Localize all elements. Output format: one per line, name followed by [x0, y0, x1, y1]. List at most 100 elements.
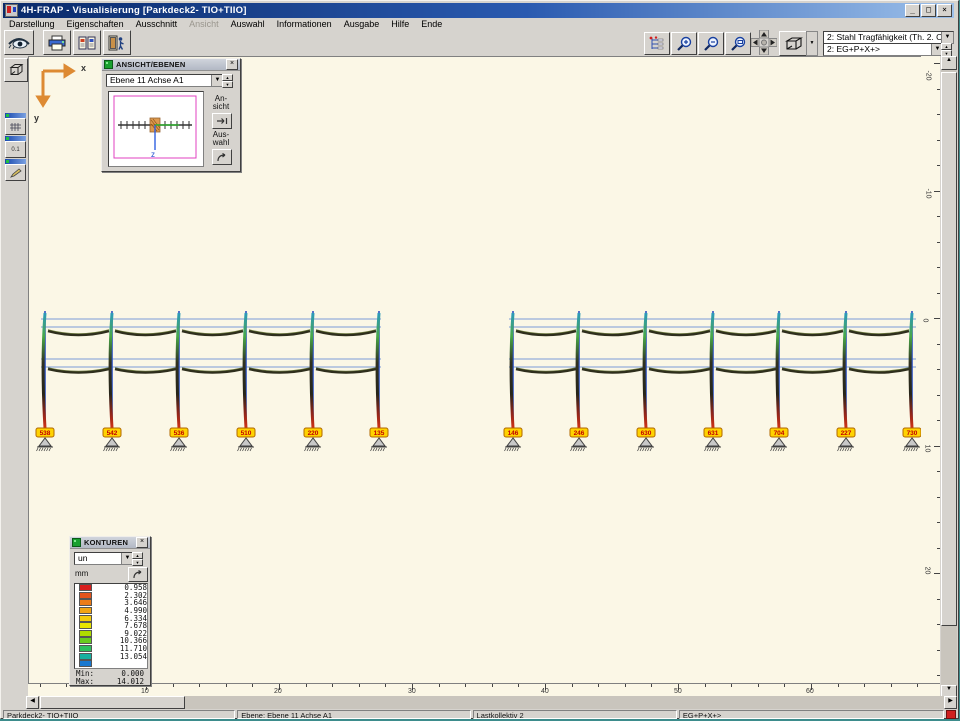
support-symbol: [104, 438, 121, 451]
ruler-tick: [934, 573, 940, 574]
ruler-tick: [332, 684, 333, 687]
scroll-left-button[interactable]: ◀: [26, 696, 39, 709]
legend-swatch: [79, 637, 92, 644]
status-field: Lastkollektiv 2: [473, 710, 677, 719]
node-tag: 536: [170, 428, 188, 437]
node-tag: 146: [504, 428, 522, 437]
arrow-right-icon: [216, 117, 228, 125]
node-tag: 220: [304, 428, 322, 437]
ruler-tick: [934, 318, 940, 319]
kontur-spinner[interactable]: ▲▼: [132, 552, 143, 564]
konturen-panel-title-bar[interactable]: KONTUREN ×: [70, 537, 150, 549]
ruler-tick: [937, 165, 940, 166]
auswahl-label: Aus- wahl: [206, 131, 236, 147]
ruler-tick: [598, 684, 599, 687]
ruler-tick: [937, 395, 940, 396]
ruler-tick: [937, 599, 940, 600]
ebene-combobox[interactable]: Ebene 11 Achse A1 ▼: [106, 74, 224, 87]
horizontal-scrollbar-thumb[interactable]: [40, 696, 185, 709]
status-bar: Parkdeck2- TIO+TIIOEbene: Ebene 11 Achse…: [3, 710, 956, 720]
curved-arrow-icon: [216, 153, 228, 162]
svg-text:538: 538: [40, 430, 51, 437]
svg-text:135: 135: [374, 430, 385, 437]
konturen-panel-title: KONTUREN: [84, 538, 128, 547]
ruler-tick: [838, 684, 839, 687]
legend-swatch: [79, 584, 92, 591]
support-symbol: [305, 438, 322, 451]
application-window: 4H-FRAP - Visualisierung [Parkdeck2- TIO…: [0, 0, 959, 719]
ansicht-panel-title-bar[interactable]: ANSICHT/EBENEN ×: [102, 59, 240, 71]
ruler-tick: [937, 114, 940, 115]
ruler-tick: [252, 684, 253, 687]
konturen-panel-close-button[interactable]: ×: [136, 537, 148, 548]
legend-swatch: [79, 615, 92, 622]
plane-preview-schematic: [109, 92, 201, 164]
ansicht-apply-button[interactable]: [212, 113, 232, 129]
support-symbol: [638, 438, 655, 451]
support-symbol: [371, 438, 388, 451]
support-symbol: [904, 438, 921, 451]
ruler-label: 10: [923, 445, 930, 453]
svg-text:630: 630: [641, 430, 652, 437]
ansicht-panel-close-button[interactable]: ×: [226, 59, 238, 70]
ruler-tick: [891, 684, 892, 687]
vertical-ruler: -20-1001020: [921, 56, 940, 683]
ruler-tick: [784, 684, 785, 687]
ruler-tick: [937, 293, 940, 294]
ruler-tick: [385, 684, 386, 687]
status-app-icon: [946, 710, 956, 719]
panel-icon: [104, 60, 113, 69]
ruler-label: 60: [806, 688, 814, 695]
legend-swatch: [79, 592, 92, 599]
ruler-tick: [518, 684, 519, 687]
ruler-tick: [937, 420, 940, 421]
ruler-label: 20: [274, 688, 282, 695]
ruler-tick: [937, 369, 940, 370]
unit-label: mm: [75, 570, 88, 578]
ruler-tick: [917, 684, 918, 687]
support-symbol: [505, 438, 522, 451]
legend-max-row: Max: 14.012: [76, 677, 144, 686]
node-tag: 227: [837, 428, 855, 437]
support-symbol: [771, 438, 788, 451]
vertical-scrollbar-thumb[interactable]: [941, 72, 957, 626]
support-symbol: [571, 438, 588, 451]
support-symbol: [171, 438, 188, 451]
svg-text:704: 704: [774, 430, 785, 437]
node-tag: 631: [704, 428, 722, 437]
ansicht-label: An- sicht: [206, 95, 236, 111]
ruler-tick: [226, 684, 227, 687]
z-axis-label: z: [151, 150, 155, 159]
support-symbol: [37, 438, 54, 451]
status-field: Ebene: Ebene 11 Achse A1: [237, 710, 470, 719]
panel-icon: [72, 538, 81, 547]
ruler-tick: [651, 684, 652, 687]
ruler-tick: [758, 684, 759, 687]
ruler-tick: [465, 684, 466, 687]
svg-text:510: 510: [241, 430, 252, 437]
contour-legend: 0.9582.3023.6464.9906.3347.6789.02210.36…: [74, 583, 148, 669]
svg-text:542: 542: [107, 430, 118, 437]
ruler-tick: [359, 684, 360, 687]
ruler-label: 40: [541, 688, 549, 695]
konturen-panel: KONTUREN × un ▼ ▲▼ mm 0.9582.3023.6464.9…: [69, 536, 151, 686]
legend-row: [75, 660, 147, 668]
ruler-tick: [937, 650, 940, 651]
ebene-spinner[interactable]: ▲▼: [222, 74, 233, 86]
support-symbol: [705, 438, 722, 451]
node-tag: 630: [637, 428, 655, 437]
unit-settings-button[interactable]: [128, 567, 148, 582]
ruler-tick: [934, 191, 940, 192]
plane-preview[interactable]: z: [108, 91, 204, 167]
ruler-tick: [937, 471, 940, 472]
scroll-right-button[interactable]: ▶: [944, 696, 957, 709]
ruler-tick: [937, 140, 940, 141]
ruler-label: 0: [921, 319, 928, 323]
scroll-up-button[interactable]: ▲: [941, 56, 957, 70]
kontur-combobox[interactable]: un ▼: [74, 552, 134, 565]
legend-row: 13.054: [75, 652, 147, 660]
ansicht-ebenen-panel: ANSICHT/EBENEN × Ebene 11 Achse A1 ▼ ▲▼: [101, 58, 241, 172]
legend-swatch: [79, 645, 92, 652]
auswahl-button[interactable]: [212, 149, 232, 165]
ruler-tick: [572, 684, 573, 687]
